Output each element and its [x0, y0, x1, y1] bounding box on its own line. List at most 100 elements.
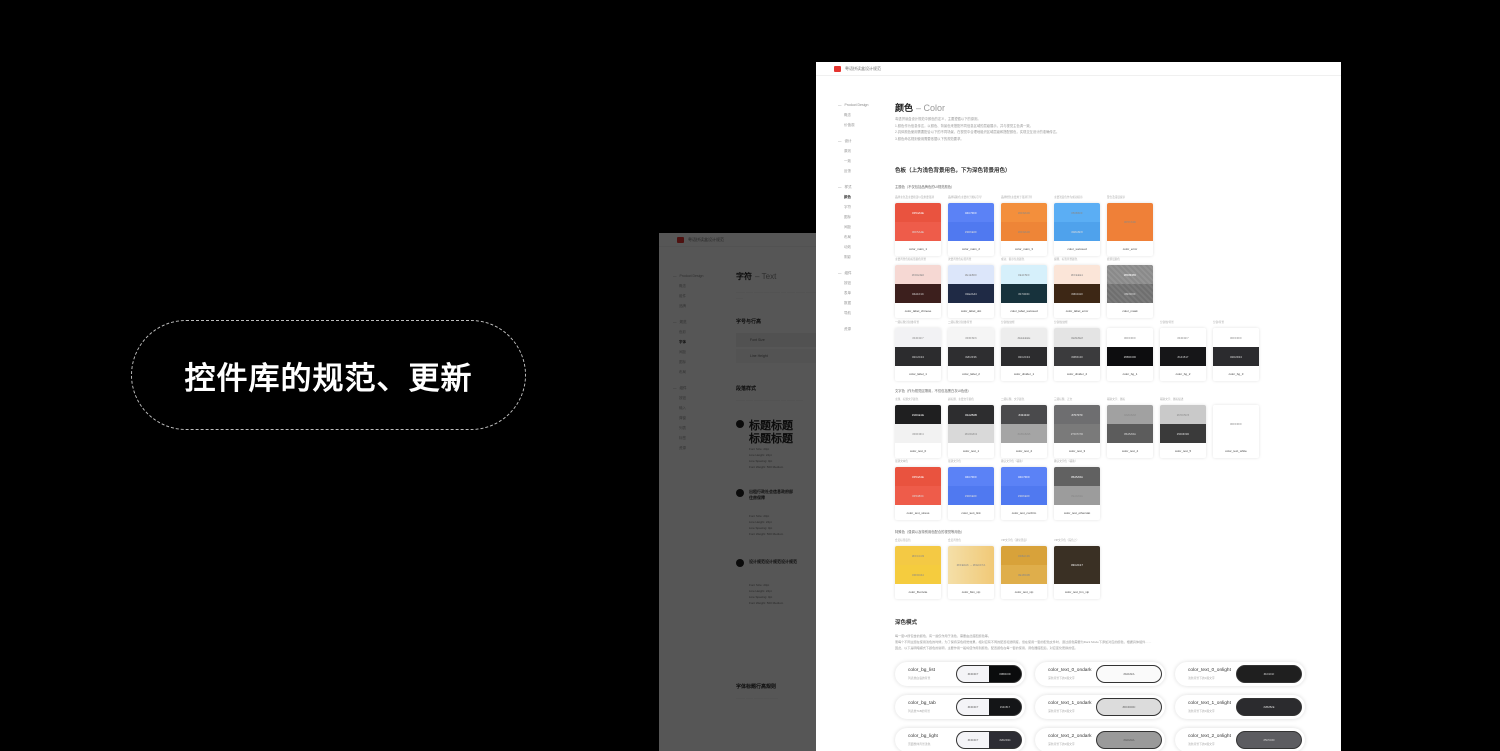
nav-item[interactable]: 导航 — [838, 308, 888, 318]
swatch-top: #4C7FFF — [1001, 467, 1047, 486]
swatch-caption: 三级标题、正文 — [1054, 398, 1073, 401]
token-pill[interactable]: color_text_2_ondark 深色背景下的2级文字 #9A9A9A — [1035, 728, 1165, 751]
swatch-name: color_label_dot — [960, 308, 982, 313]
nav-item[interactable]: 输入 — [673, 403, 723, 413]
nav-item[interactable]: 资源 — [838, 324, 888, 334]
nav-item[interactable]: 按钮 — [838, 278, 888, 288]
section-para-heading: 段落样式 — [736, 386, 757, 392]
color-swatch-card[interactable]: 分割/背景 #FFFFFF #2D2D34 color_bg_3 — [1213, 321, 1259, 381]
token-pill[interactable]: color_text_0_ondark 深色背景下的1级文字 #FAFAFA — [1035, 662, 1165, 686]
token-chips: #2B2B2E — [1236, 698, 1302, 716]
color-swatch-card[interactable]: 主要背景色和标签颜色背景 #FDE3E0 #4A1F1C color_label_ch… — [895, 258, 941, 318]
swatch-name: color_divider_2 — [1066, 371, 1088, 376]
token-chip-dark: #0B0C0D — [989, 665, 1022, 683]
color-swatch-card[interactable]: 遮罩层颜色 #8D8D8D #6F6F6F color_mask — [1107, 258, 1153, 318]
nav-item[interactable]: 图标 — [673, 357, 723, 367]
color-swatch-card[interactable]: 警告及错误提示 #F57A3D color_error — [1107, 196, 1153, 256]
color-swatch-card[interactable]: 品牌橙色主要用于强调引导 #FF8A3D #FF9A4D color_main_3 — [1001, 196, 1047, 256]
color-swatch-card[interactable]: 分割线/边框 #E8E8E8 #383C40 color_divider_2 — [1054, 321, 1100, 381]
color-swatch-card[interactable]: 三级标题、正文 #707070 #7D7D7D color_text_3 — [1054, 398, 1100, 458]
nav-item[interactable]: 间距 — [673, 347, 723, 357]
nav-item[interactable]: 布局 — [838, 232, 888, 242]
token-pill[interactable]: color_text_0_onlight 浅色背景下的1级文字 #1F1F1F — [1175, 662, 1305, 686]
color-swatch-card[interactable]: 确认文字色（辅助） #5A5A5A #9A9A9A color_text_others… — [1054, 460, 1100, 520]
color-swatch-card[interactable]: 品牌主色及主要按钮以及重要强调 #F54A3E #FF5A4E color_main_… — [895, 196, 941, 256]
color-swatch-card[interactable]: 提醒、标签背景颜色 #FFEEE1 #3D2410 color_label_error — [1054, 258, 1100, 318]
swatch-top: #3C2C17 — [1054, 546, 1100, 584]
swatch-name: color_main_1 — [908, 246, 927, 251]
nav-item[interactable]: Product Design — [838, 100, 888, 110]
color-swatch-card[interactable]: 次要背景色标签背景 #E1EBFF #1E2A44 color_label_dot — [948, 258, 994, 318]
nav-item[interactable]: 色彩 — [673, 327, 723, 337]
token-pill[interactable]: color_text_1_onlight 浅色背景下的1级文字 #2B2B2E — [1175, 695, 1305, 719]
token-pill[interactable]: color_bg_light 页面整体背景浅色 #F4F4F7 #2D2D34 — [895, 728, 1025, 751]
color-swatch-card[interactable]: VIP文字色（通常黑底） #D8A136 #E1B04B color_text_vip — [1001, 539, 1047, 599]
nav-item[interactable]: 样式 — [838, 182, 888, 192]
nav-item[interactable]: 图标 — [838, 212, 888, 222]
swatch-name: color_bg_2 — [1175, 371, 1191, 376]
color-swatch-card[interactable]: 强调文本色 #F54A3E #F5483C color_text_stress — [895, 460, 941, 520]
color-swatch-card[interactable]: 一级标题分割线/背景 #F4F4F7 #2C2C34 color_label_1 — [895, 321, 941, 381]
color-swatch-card[interactable]: 确认文字色（辅助） #4C7FFF #3D6EFF color_text_confir… — [1001, 460, 1047, 520]
color-swatch-card[interactable]: 二级标题分割线/背景 #F6F6F6 #2F2F36 color_label_2 — [948, 321, 994, 381]
swatch-row: 品牌主色及主要按钮以及重要强调 #F54A3E #FF5A4E color_main_… — [895, 196, 1160, 256]
nav-item[interactable]: 价值观 — [838, 120, 888, 130]
nav-item[interactable]: 弹窗 — [673, 413, 723, 423]
nav-item[interactable]: 设计 — [838, 136, 888, 146]
swatch-top: #FDE3E0 — [895, 265, 941, 284]
nav-item[interactable]: 字符 — [838, 202, 888, 212]
color-swatch-card[interactable]: #FFFFFF color_text_white — [1213, 405, 1259, 458]
color-swatch-card[interactable]: 二级标题、文字颜色 #434343 #ABABAB color_text_2 — [1001, 398, 1047, 458]
nav-item[interactable]: 布局 — [673, 367, 723, 377]
swatch-bottom: #48A6F8 — [1054, 222, 1100, 241]
nav-item[interactable]: 一致 — [838, 156, 888, 166]
color-swatch-card[interactable]: 辅助文字、图标 #A8A8A8 #5A5A5A color_text_4 — [1107, 398, 1153, 458]
nav-item[interactable]: 组件 — [838, 268, 888, 278]
swatch-top: #E1F5FF — [1001, 265, 1047, 284]
color-swatch-card[interactable]: 会员背景色 #FFE0A6 → #FECF7A color_bkn_vip — [948, 539, 994, 599]
nav-item[interactable]: 概念 — [838, 110, 888, 120]
color-swatch-card[interactable]: 主题、标题文字颜色 #1D1E1E #F0F0F4 color_text_0 — [895, 398, 941, 458]
nav-item[interactable]: 列表 — [673, 423, 723, 433]
color-swatch-card[interactable]: 会员标签底色 #FFCC33 #FFD044 color_fbonvite — [895, 539, 941, 599]
swatch-name: color_error — [1122, 246, 1138, 251]
nav-item[interactable]: 阴影 — [838, 252, 888, 262]
color-swatch-card[interactable]: 成功、提示信息颜色 #E1F5FF #17323C color_label_succe… — [1001, 258, 1047, 318]
token-pill[interactable]: color_text_2_onlight 浅色背景下的2级文字 #5C5C60 — [1175, 728, 1305, 751]
nav-item[interactable]: 字体 — [673, 337, 723, 347]
nav-item[interactable]: 反馈 — [838, 166, 888, 176]
nav-item[interactable]: 间距 — [838, 222, 888, 232]
nav-item[interactable]: 组件 — [673, 291, 723, 301]
color-swatch-card[interactable]: 主要浅蓝色作为成功提示 #56B6FF #48A6F8 color_succeed — [1054, 196, 1100, 256]
token-pill[interactable]: color_text_1_ondark 深色背景下的1级文字 #DCDCDC — [1035, 695, 1165, 719]
nav-item[interactable]: 资源 — [673, 443, 723, 453]
color-swatch-card[interactable]: 品牌辅助色主要用于图标引导 #4C7FFF #3D6EFF color_main_2 — [948, 196, 994, 256]
nav-item[interactable]: 规范 — [673, 317, 723, 327]
nav-item[interactable]: 数据 — [838, 298, 888, 308]
swatch-bottom: #7D7D7D — [1054, 424, 1100, 443]
line-height-label: Line Height — [750, 354, 768, 358]
nav-item[interactable]: 表单 — [838, 288, 888, 298]
swatch-name: color_label_2 — [962, 371, 980, 376]
nav-item[interactable]: 品牌 — [673, 301, 723, 311]
color-swatch-card[interactable]: VIP文字色（深色上） #3C2C17 color_text_bm_vip — [1054, 539, 1100, 599]
color-swatch-card[interactable]: 强调文字色 #4C7FFF #3D6EFF color_text_link — [948, 460, 994, 520]
nav-item[interactable]: 按钮 — [673, 393, 723, 403]
nav-item[interactable]: 颜色 — [838, 192, 888, 202]
nav-item[interactable]: 概念 — [673, 281, 723, 291]
color-swatch-card[interactable]: 分割线/边框 #EEEEEE #2C2C34 color_divider_1 — [1001, 321, 1047, 381]
token-chip-light: #F4F4F7 — [956, 665, 989, 683]
nav-item[interactable]: 组件 — [673, 383, 723, 393]
title-en: – Text — [755, 272, 777, 281]
color-swatch-card[interactable]: 分割线/背景 #F4F4F7 #141517 color_bg_2 — [1160, 321, 1206, 381]
color-swatch-card[interactable]: 副标题、主要文字颜色 #2A2B2B #D2D2D2 color_text_1 — [948, 398, 994, 458]
token-pill[interactable]: color_bg_list 列表类白底的背景 #F4F4F7 #0B0C0D — [895, 662, 1025, 686]
token-pill[interactable]: color_bg_tab 列表类TAB的背景 #F4F4F7 #141517 — [895, 695, 1025, 719]
color-swatch-card[interactable]: 辅助文字、图标描述 #C5C5C5 #3D3D3D color_text_5 — [1160, 398, 1206, 458]
color-swatch-card[interactable]: #FFFFFF #0B0C0D color_bg_1 — [1107, 328, 1153, 381]
nav-item[interactable]: 动效 — [838, 242, 888, 252]
nav-item[interactable]: 标签 — [673, 433, 723, 443]
nav-item[interactable]: Product Design — [673, 271, 723, 281]
nav-item[interactable]: 原则 — [838, 146, 888, 156]
swatch-top: #1D1E1E — [895, 405, 941, 424]
